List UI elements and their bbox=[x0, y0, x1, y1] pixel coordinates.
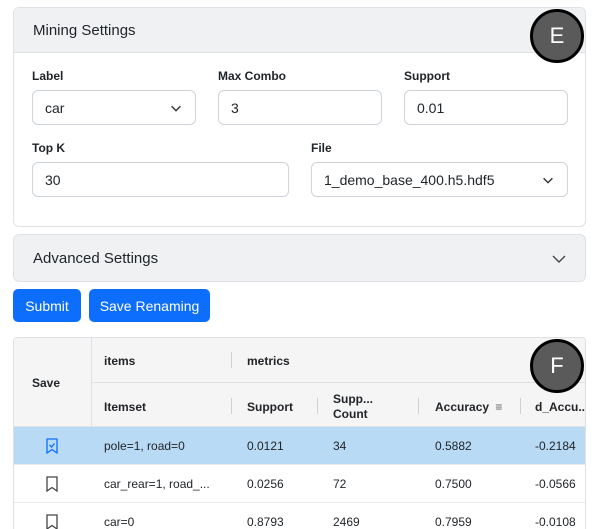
support-cell: 0.0256 bbox=[247, 477, 284, 491]
column-separator bbox=[520, 398, 521, 414]
d-accuracy-cell: -0.0566 bbox=[535, 477, 576, 491]
table-row[interactable]: pole=1, road=0 0.0121 34 0.5882 -0.2184 bbox=[14, 427, 585, 465]
column-separator bbox=[231, 398, 232, 414]
d-accuracy-cell: -0.0108 bbox=[535, 515, 576, 529]
header-divider bbox=[91, 382, 585, 383]
accuracy-cell: 0.7500 bbox=[435, 477, 472, 491]
file-select-value: 1_demo_base_400.h5.hdf5 bbox=[324, 171, 495, 188]
bookmark-icon[interactable] bbox=[45, 514, 59, 529]
bookmark-check-icon[interactable] bbox=[45, 438, 59, 454]
column-separator bbox=[231, 352, 232, 368]
support-value: 0.01 bbox=[417, 99, 445, 116]
itemset-cell: pole=1, road=0 bbox=[104, 439, 185, 453]
support-count-header-line1: Supp... bbox=[333, 392, 373, 406]
support-column-header[interactable]: Support bbox=[247, 400, 293, 414]
max-combo-label: Max Combo bbox=[218, 69, 287, 83]
support-count-column-header[interactable]: Supp... Count bbox=[333, 392, 373, 422]
label-select-value: car bbox=[45, 99, 65, 116]
file-select[interactable]: 1_demo_base_400.h5.hdf5 bbox=[311, 162, 568, 197]
max-combo-value: 3 bbox=[231, 99, 239, 116]
support-label: Support bbox=[404, 69, 450, 83]
itemset-column-header[interactable]: Itemset bbox=[104, 400, 146, 414]
itemset-cell: car_rear=1, road_... bbox=[104, 477, 210, 491]
support-cell: 0.0121 bbox=[247, 439, 284, 453]
bookmark-icon[interactable] bbox=[45, 476, 59, 492]
chevron-down-icon bbox=[171, 105, 181, 112]
save-renaming-button[interactable]: Save Renaming bbox=[89, 289, 210, 322]
label-select[interactable]: car bbox=[32, 90, 196, 125]
top-k-value: 30 bbox=[45, 171, 61, 188]
support-input[interactable]: 0.01 bbox=[404, 90, 568, 125]
d-accuracy-column-header[interactable]: d_Accu... bbox=[535, 400, 585, 414]
support-count-cell: 34 bbox=[333, 439, 347, 453]
table-row[interactable]: car=0 0.8793 2469 0.7959 -0.0108 bbox=[14, 503, 585, 529]
chevron-down-icon bbox=[552, 255, 566, 263]
top-k-input[interactable]: 30 bbox=[32, 162, 289, 197]
submit-button[interactable]: Submit bbox=[13, 289, 81, 322]
support-count-cell: 72 bbox=[333, 477, 347, 491]
itemset-cell: car=0 bbox=[104, 515, 135, 529]
accuracy-header-label: Accuracy bbox=[435, 400, 490, 414]
advanced-settings-toggle[interactable]: Advanced Settings bbox=[13, 234, 586, 282]
support-count-header-line2: Count bbox=[333, 407, 368, 421]
annotation-badge-e: E bbox=[530, 9, 584, 63]
metrics-group-header: metrics bbox=[247, 354, 290, 368]
annotation-badge-f: F bbox=[530, 339, 584, 393]
file-label: File bbox=[311, 141, 332, 155]
items-group-header: items bbox=[104, 354, 136, 368]
menu-icon[interactable]: ≡ bbox=[495, 400, 502, 414]
column-separator bbox=[418, 398, 419, 414]
table-row[interactable]: car_rear=1, road_... 0.0256 72 0.7500 -0… bbox=[14, 465, 585, 503]
results-table: Save items metrics Itemset Support Supp.… bbox=[13, 337, 586, 529]
accuracy-cell: 0.5882 bbox=[435, 439, 472, 453]
advanced-settings-title: Advanced Settings bbox=[33, 249, 159, 267]
d-accuracy-cell: -0.2184 bbox=[535, 439, 576, 453]
support-count-cell: 2469 bbox=[333, 515, 360, 529]
save-column-header: Save bbox=[32, 376, 61, 390]
mining-settings-title: Mining Settings bbox=[14, 8, 585, 53]
max-combo-input[interactable]: 3 bbox=[218, 90, 382, 125]
chevron-down-icon bbox=[543, 177, 553, 184]
label-field-label: Label bbox=[32, 69, 64, 83]
top-k-label: Top K bbox=[32, 141, 66, 155]
support-cell: 0.8793 bbox=[247, 515, 284, 529]
accuracy-cell: 0.7959 bbox=[435, 515, 472, 529]
table-header: Save items metrics Itemset Support Supp.… bbox=[14, 338, 585, 427]
accuracy-column-header[interactable]: Accuracy ≡ bbox=[435, 400, 502, 414]
column-separator bbox=[317, 398, 318, 414]
